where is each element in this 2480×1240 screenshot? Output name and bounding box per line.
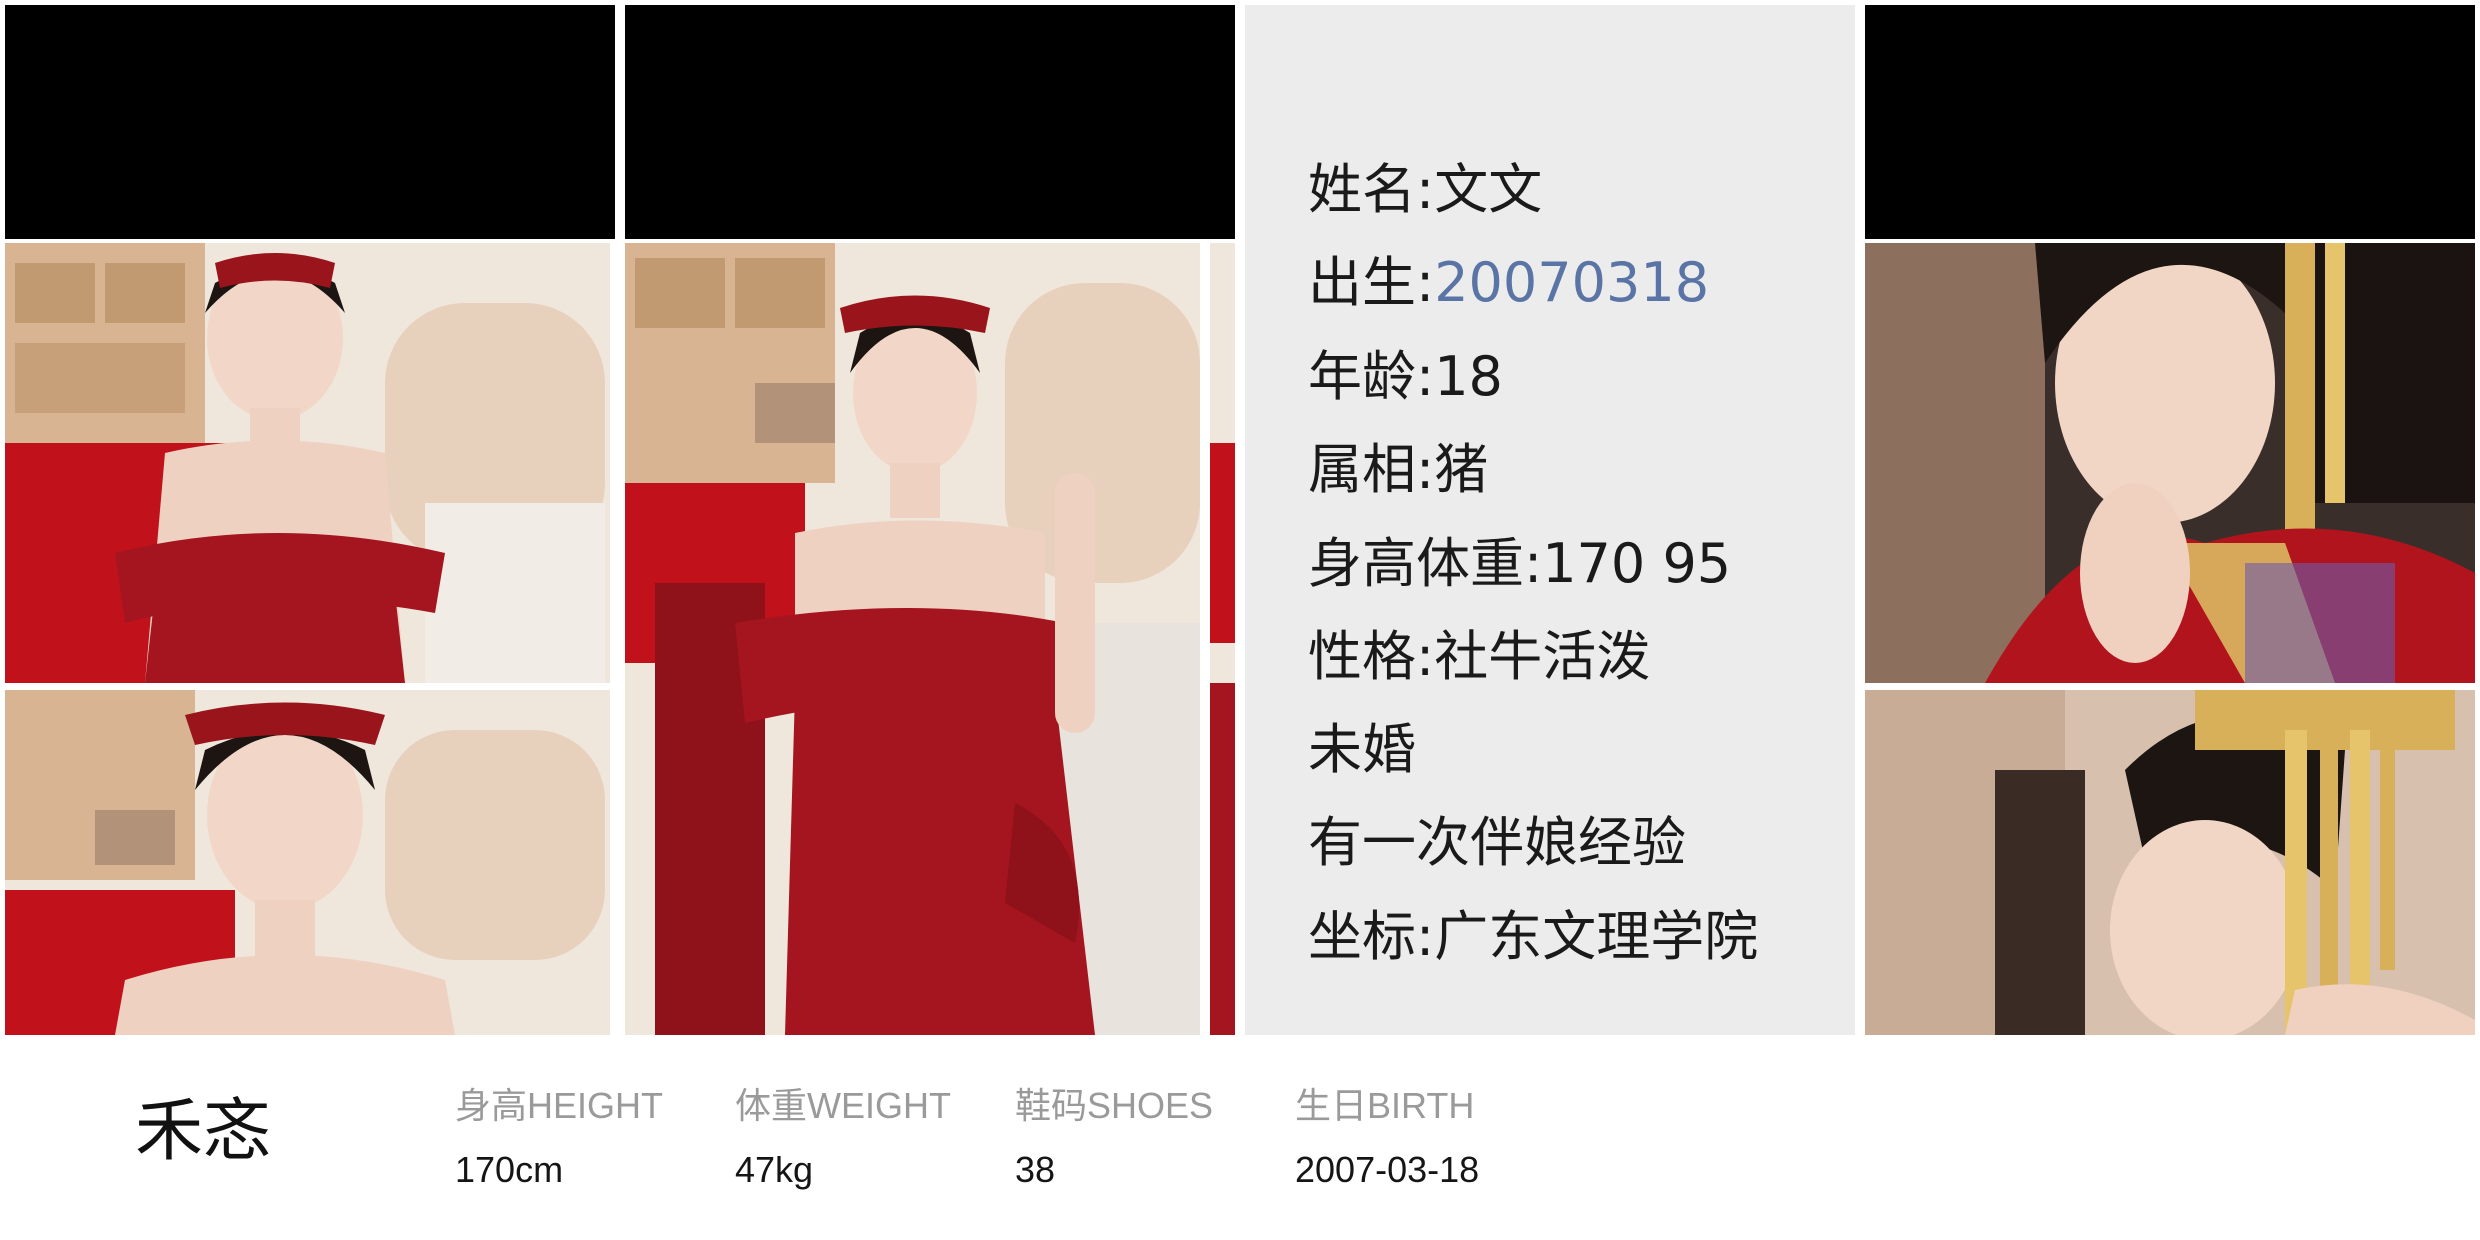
info-height-weight: 身高体重:170 95 bbox=[1308, 532, 1732, 595]
photo-traditional-bottom-right bbox=[1865, 690, 2475, 1035]
model-name: 禾忞 bbox=[135, 1092, 272, 1171]
photo-red-dress-bottom-left bbox=[5, 690, 610, 1035]
info-zodiac: 属相:猪 bbox=[1308, 438, 1489, 501]
info-location: 坐标:广东文理学院 bbox=[1308, 905, 1759, 968]
stat-height-value: 170cm bbox=[455, 1149, 564, 1190]
photo-traditional-top-right bbox=[1865, 243, 2475, 683]
photo-red-dress-top-left bbox=[5, 243, 610, 683]
stat-birth-value: 2007-03-18 bbox=[1295, 1149, 1480, 1190]
stat-height-label: 身高HEIGHT bbox=[455, 1085, 664, 1126]
info-birth: 出生:20070318 bbox=[1308, 251, 1710, 314]
stat-weight-label: 体重WEIGHT bbox=[735, 1085, 951, 1126]
info-personality: 性格:社牛活泼 bbox=[1308, 625, 1651, 688]
info-age: 年龄:18 bbox=[1308, 345, 1503, 408]
photo-red-dress-full-length bbox=[625, 243, 1200, 1035]
info-name: 姓名:文文 bbox=[1308, 158, 1543, 221]
top-black-banner-2 bbox=[625, 5, 1235, 239]
stat-shoes-value: 38 bbox=[1015, 1149, 1056, 1190]
stat-shoes-label: 鞋码SHOES bbox=[1015, 1085, 1214, 1126]
top-black-banner-4 bbox=[1865, 5, 2475, 239]
stat-weight-value: 47kg bbox=[735, 1149, 814, 1190]
birth-date-link[interactable]: 20070318 bbox=[1434, 251, 1709, 314]
info-experience: 有一次伴娘经验 bbox=[1308, 811, 1686, 874]
photo-strip-right-edge bbox=[1210, 243, 1235, 1035]
photo-divider-v1 bbox=[610, 243, 615, 683]
stat-birth-label: 生日BIRTH bbox=[1295, 1085, 1475, 1126]
photo-divider-h-right bbox=[1865, 683, 2475, 690]
info-marital-status: 未婚 bbox=[1308, 718, 1416, 781]
top-black-banner-1 bbox=[5, 5, 615, 239]
